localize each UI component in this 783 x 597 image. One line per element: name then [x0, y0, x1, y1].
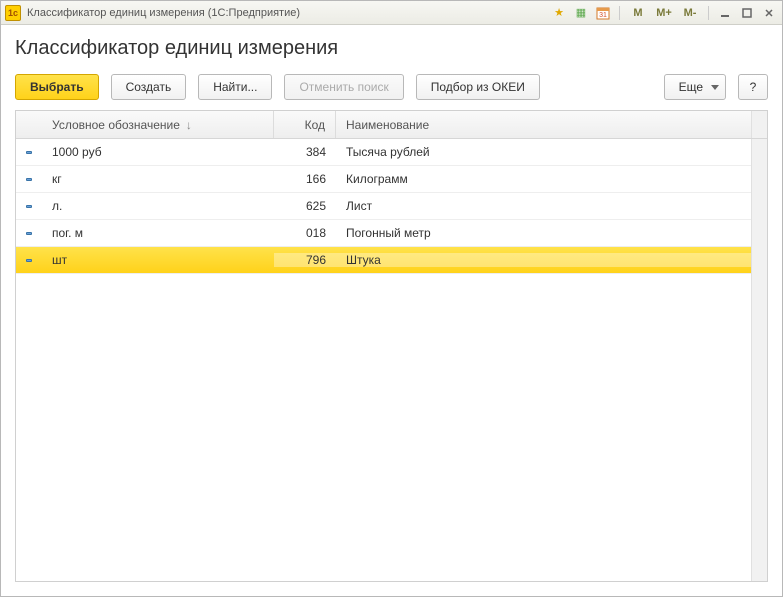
toolbar: Выбрать Создать Найти... Отменить поиск … — [15, 74, 768, 100]
titlebar: 1c Классификатор единиц измерения (1С:Пр… — [1, 1, 782, 25]
find-button[interactable]: Найти... — [198, 74, 272, 100]
row-icon — [16, 232, 42, 235]
svg-text:31: 31 — [599, 12, 607, 19]
cell-code: 384 — [274, 145, 336, 159]
table-row[interactable]: шт796Штука — [16, 247, 751, 274]
cell-code: 796 — [274, 253, 336, 267]
titlebar-actions: ★ ▦ 31 M M+ M- — [550, 5, 778, 21]
cell-name: Тысяча рублей — [336, 145, 751, 159]
memory-m-minus-button[interactable]: M- — [679, 5, 701, 21]
cell-name: Килограмм — [336, 172, 751, 186]
table-row[interactable]: пог. м018Погонный метр — [16, 220, 751, 247]
col-header-icon[interactable] — [16, 111, 42, 138]
table-row[interactable]: 1000 руб384Тысяча рублей — [16, 139, 751, 166]
cell-name: Штука — [336, 253, 751, 267]
table-row[interactable]: кг166Килограмм — [16, 166, 751, 193]
spreadsheet-icon[interactable]: ▦ — [572, 5, 590, 21]
table-row[interactable]: л.625Лист — [16, 193, 751, 220]
vertical-scrollbar[interactable] — [751, 139, 767, 581]
cancel-search-button: Отменить поиск — [284, 74, 403, 100]
select-button[interactable]: Выбрать — [15, 74, 99, 100]
cell-code: 018 — [274, 226, 336, 240]
create-button[interactable]: Создать — [111, 74, 187, 100]
row-icon — [16, 205, 42, 208]
item-icon — [26, 259, 32, 262]
cell-name: Погонный метр — [336, 226, 751, 240]
minimize-icon[interactable] — [716, 5, 734, 21]
item-icon — [26, 205, 32, 208]
row-icon — [16, 259, 42, 262]
window-title: Классификатор единиц измерения (1С:Предп… — [27, 7, 300, 19]
cell-symbol: пог. м — [42, 226, 274, 240]
scroll-gutter-head — [751, 111, 767, 138]
memory-m-button[interactable]: M — [627, 5, 649, 21]
cell-symbol: л. — [42, 199, 274, 213]
col-header-symbol[interactable]: Условное обозначение — [42, 111, 274, 138]
more-button[interactable]: Еще — [664, 74, 726, 100]
calendar-icon[interactable]: 31 — [594, 5, 612, 21]
content-area: Классификатор единиц измерения Выбрать С… — [1, 25, 782, 596]
cell-name: Лист — [336, 199, 751, 213]
app-window: 1c Классификатор единиц измерения (1С:Пр… — [0, 0, 783, 597]
cell-code: 166 — [274, 172, 336, 186]
item-icon — [26, 151, 32, 154]
row-icon — [16, 151, 42, 154]
cell-symbol: шт — [42, 253, 274, 267]
col-header-name[interactable]: Наименование — [336, 111, 751, 138]
cell-code: 625 — [274, 199, 336, 213]
table-header: Условное обозначение Код Наименование — [16, 111, 767, 139]
app-icon: 1c — [5, 5, 21, 21]
table-body: 1000 руб384Тысяча рублейкг166Килограммл.… — [16, 139, 751, 581]
col-header-code[interactable]: Код — [274, 111, 336, 138]
cell-symbol: кг — [42, 172, 274, 186]
page-title: Классификатор единиц измерения — [15, 37, 768, 60]
units-table: Условное обозначение Код Наименование 10… — [15, 110, 768, 582]
help-button[interactable]: ? — [738, 74, 768, 100]
favorite-icon[interactable]: ★ — [550, 5, 568, 21]
item-icon — [26, 232, 32, 235]
row-icon — [16, 178, 42, 181]
close-icon[interactable] — [760, 5, 778, 21]
maximize-icon[interactable] — [738, 5, 756, 21]
pick-from-okei-button[interactable]: Подбор из ОКЕИ — [416, 74, 540, 100]
memory-m-plus-button[interactable]: M+ — [653, 5, 675, 21]
item-icon — [26, 178, 32, 181]
cell-symbol: 1000 руб — [42, 145, 274, 159]
